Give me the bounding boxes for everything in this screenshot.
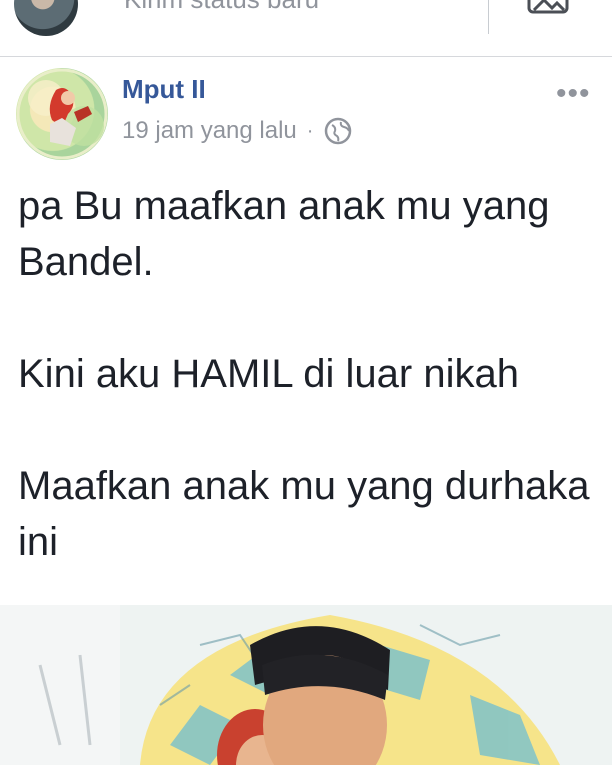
post-paragraph: pa Bu maafkan anak mu yang Bandel. xyxy=(18,184,550,284)
globe-icon[interactable] xyxy=(323,116,353,146)
post-paragraph: Kini aku HAMIL di luar nikah xyxy=(18,352,519,396)
post-paragraph: Maafkan anak mu yang durhaka ini xyxy=(18,464,590,564)
post-author-name[interactable]: Mput II xyxy=(122,74,206,105)
photo-icon[interactable] xyxy=(526,0,570,16)
post-photo[interactable] xyxy=(0,605,612,765)
post-meta: 19 jam yang lalu · xyxy=(122,116,353,146)
composer-placeholder[interactable]: Kirim status baru xyxy=(124,0,319,15)
status-composer[interactable]: Kirim status baru xyxy=(0,0,612,57)
author-avatar-image xyxy=(16,68,108,160)
post-photo-image xyxy=(0,605,612,765)
meta-separator: · xyxy=(306,119,314,142)
author-avatar[interactable] xyxy=(16,68,108,160)
post-body: pa Bu maafkan anak mu yang Bandel. Kini … xyxy=(18,178,608,570)
more-options-icon[interactable]: ••• xyxy=(556,79,591,109)
post-timestamp[interactable]: 19 jam yang lalu xyxy=(122,117,297,145)
user-avatar[interactable] xyxy=(14,0,78,36)
composer-divider xyxy=(488,0,489,34)
